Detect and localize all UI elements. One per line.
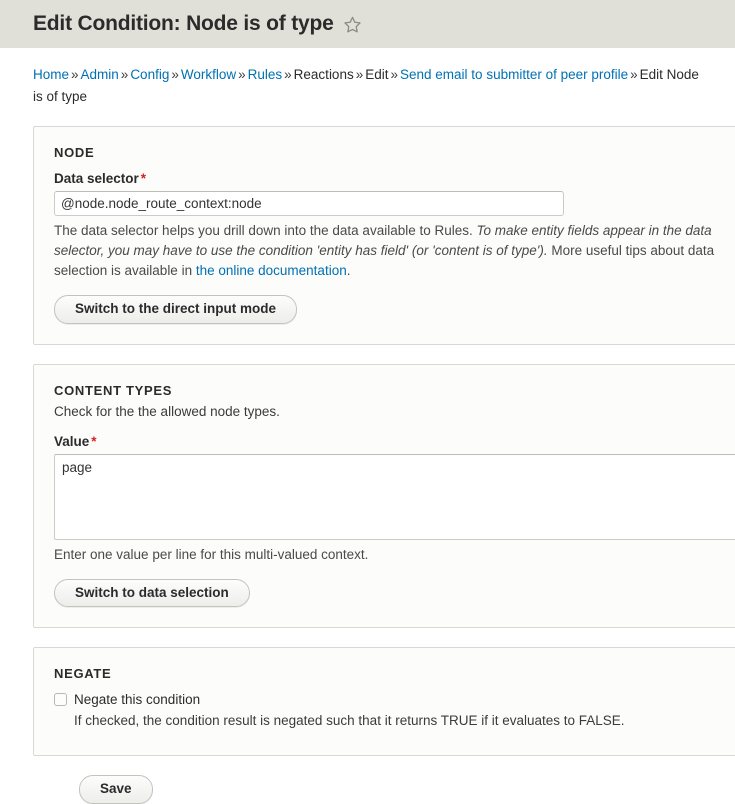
breadcrumb-item-admin[interactable]: Admin bbox=[81, 67, 119, 82]
data-selector-help: The data selector helps you drill down i… bbox=[54, 221, 735, 281]
negate-fieldset: NEGATE Negate this condition If checked,… bbox=[33, 647, 735, 756]
negate-description: If checked, the condition result is nega… bbox=[74, 713, 625, 728]
value-label: Value * bbox=[54, 434, 735, 449]
page-header-bar: Edit Condition: Node is of type bbox=[0, 0, 735, 48]
data-selector-input[interactable] bbox=[54, 191, 564, 216]
switch-to-direct-input-button[interactable]: Switch to the direct input mode bbox=[54, 295, 298, 324]
breadcrumb-item-rules[interactable]: Rules bbox=[248, 67, 283, 82]
content-types-fieldset: CONTENT TYPES Check for the the allowed … bbox=[33, 363, 735, 628]
content-types-fieldset-legend: CONTENT TYPES bbox=[54, 382, 173, 398]
value-label-text: Value bbox=[54, 433, 90, 449]
help-part-1: The data selector helps you drill down i… bbox=[54, 223, 477, 238]
breadcrumb-item-edit: Edit bbox=[365, 67, 389, 82]
required-marker: * bbox=[140, 171, 147, 186]
breadcrumb-item-config[interactable]: Config bbox=[130, 67, 169, 82]
node-fieldset-legend: NODE bbox=[54, 145, 95, 160]
breadcrumb-item-reactions: Reactions bbox=[293, 67, 354, 82]
breadcrumb-separator: » bbox=[390, 67, 399, 82]
negate-checkbox-row[interactable]: Negate this condition bbox=[54, 692, 724, 707]
page-title-text: Edit Condition: Node is of type bbox=[33, 12, 334, 35]
content-types-button-row: Switch to data selection bbox=[54, 578, 735, 607]
breadcrumb-separator: » bbox=[355, 67, 364, 82]
breadcrumb: Home» Admin» Config» Workflow» Rules» Reactio… bbox=[0, 48, 735, 108]
condition-edit-form: NODE Data selector* The data selector he… bbox=[0, 108, 735, 804]
value-help: Enter one value per line for this multi-… bbox=[54, 546, 369, 562]
negate-checkbox-label[interactable]: Negate this condition bbox=[74, 692, 200, 707]
breadcrumb-separator: » bbox=[284, 67, 292, 82]
star-outline-icon[interactable] bbox=[343, 15, 362, 34]
form-actions: Save bbox=[33, 775, 735, 804]
breadcrumb-separator: » bbox=[71, 67, 79, 82]
data-selector-label: Data selector * bbox=[54, 171, 735, 186]
save-button[interactable]: Save bbox=[79, 775, 153, 804]
required-marker: * bbox=[91, 433, 97, 449]
help-part-3: . bbox=[346, 263, 351, 278]
breadcrumb-separator: » bbox=[238, 67, 246, 82]
data-selector-label-text: Data selector bbox=[54, 171, 139, 186]
breadcrumb-item-home[interactable]: Home bbox=[33, 67, 69, 82]
negate-fieldset-legend: NEGATE bbox=[54, 666, 112, 681]
breadcrumb-item-workflow[interactable]: Workflow bbox=[181, 67, 236, 82]
node-fieldset: NODE Data selector* The data selector he… bbox=[33, 126, 735, 345]
switch-to-data-selection-button[interactable]: Switch to data selection bbox=[54, 578, 250, 607]
content-types-description: Check for the the allowed node types. bbox=[54, 403, 280, 419]
online-documentation-link[interactable]: the online documentation bbox=[196, 263, 347, 278]
node-button-row: Switch to the direct input mode bbox=[54, 295, 735, 324]
breadcrumb-separator: » bbox=[120, 67, 129, 82]
breadcrumb-item-send-email[interactable]: Send email to submitter of peer profile bbox=[400, 67, 628, 82]
breadcrumb-separator: » bbox=[630, 67, 638, 82]
value-textarea[interactable] bbox=[54, 453, 735, 540]
breadcrumb-separator: » bbox=[171, 67, 179, 82]
negate-checkbox[interactable] bbox=[54, 693, 67, 706]
page-title: Edit Condition: Node is of type bbox=[33, 12, 362, 36]
